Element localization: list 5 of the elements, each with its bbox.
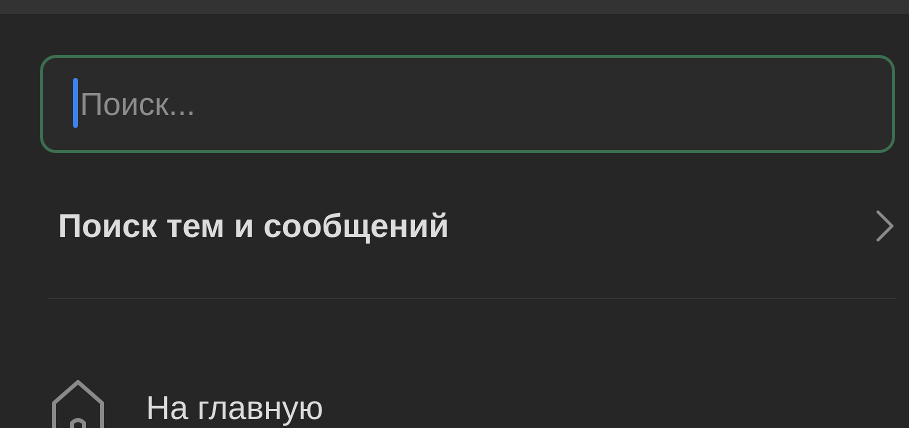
menu-item[interactable]: На главную [146, 389, 324, 427]
search-field[interactable]: Поиск... [40, 55, 895, 153]
search-topics-link[interactable]: Поиск тем и сообщений [58, 206, 450, 244]
home-icon [50, 379, 106, 428]
chevron-right-icon [875, 208, 895, 242]
